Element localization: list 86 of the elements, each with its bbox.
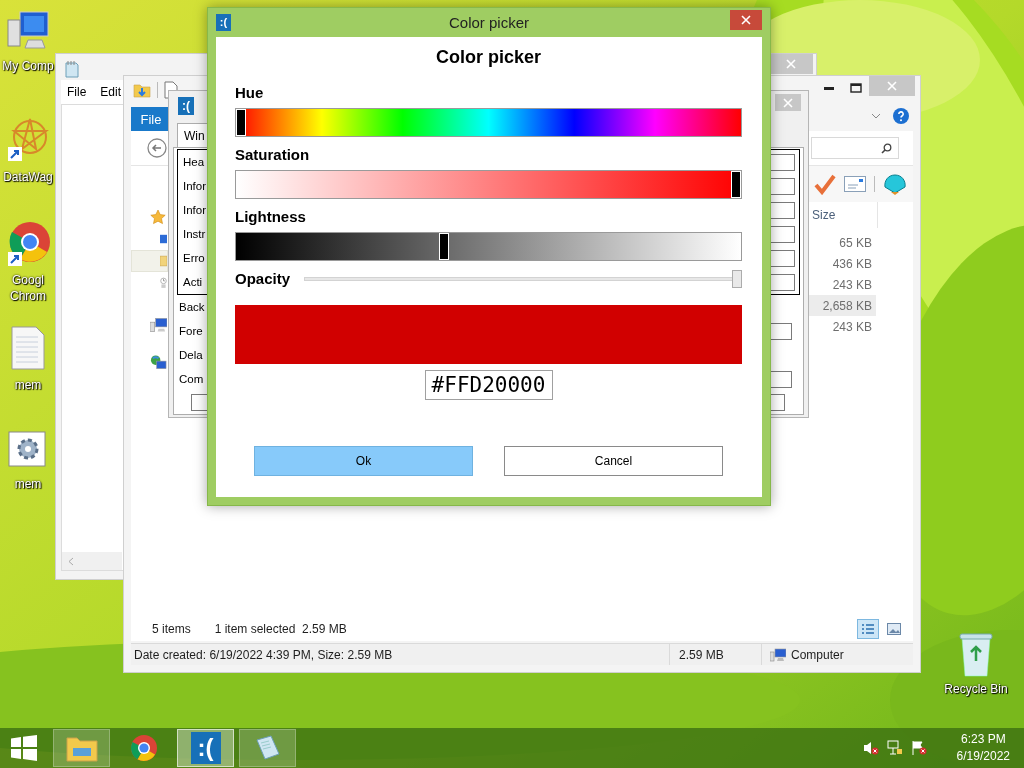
taskbar-app[interactable]: :( [177,729,234,767]
saturation-bar[interactable] [235,170,742,199]
close-icon [786,59,796,69]
maximize-icon [849,83,862,93]
computer-icon [150,317,167,333]
details-view-icon [861,623,875,635]
close-icon [783,97,793,108]
network-icon [150,354,167,372]
slider-label: Opacity [235,270,291,288]
star-icon [150,209,166,225]
shell-icon[interactable] [883,173,907,195]
picture-view-icon [887,623,901,635]
selection-info: 1 item selected 2.59 MB [214,622,347,636]
desktop-icon [160,233,167,245]
minimize-icon [823,86,834,90]
notepad-icon [253,734,282,762]
lightness-bar[interactable] [235,232,742,261]
close-icon [887,81,897,91]
folder-icon [65,734,98,762]
clock-date: 6/19/2022 [956,748,1010,765]
flag-icon[interactable] [910,740,927,756]
file-size: 243 KB [831,276,873,294]
hex-field[interactable]: #FFD20000 [424,370,553,400]
close-button[interactable] [730,9,762,30]
slider-label: Hue [235,84,265,102]
item-count: 5 items [152,622,191,636]
app-icon: :( [190,732,221,764]
muted-speaker-icon[interactable] [862,740,879,756]
scroll-left-icon [68,556,74,566]
file-size: 65 KB [838,234,873,252]
checkmark-icon[interactable] [814,173,836,195]
chrome-icon [129,734,158,762]
taskbar-app[interactable] [239,729,296,767]
taskbar-app[interactable] [53,729,110,767]
back-button[interactable] [147,138,167,158]
file-size: 436 KB [831,255,873,273]
list-item[interactable]: Hea [183,156,205,168]
menu-item[interactable]: Edit [100,85,122,99]
search-field[interactable] [811,137,899,159]
text-file-icon [8,325,48,371]
setting-label: Back [179,301,205,313]
opacity-slider[interactable] [304,270,742,288]
help-icon[interactable] [893,108,909,124]
network-icon[interactable] [886,740,903,756]
clock[interactable]: 6:23 PM 6/19/2022 [956,731,1010,765]
menu-item[interactable]: File [67,85,87,99]
list-item[interactable]: Instr [183,228,206,240]
slider-label: Saturation [235,146,311,164]
computer-icon [770,647,786,662]
horizontal-scrollbar[interactable] [62,552,122,570]
dialog-heading: Color picker [435,46,542,68]
location-label: Computer [791,647,844,662]
file-size: 243 KB [831,318,873,336]
list-item[interactable]: Erro [183,252,205,264]
ribbon-tab[interactable]: File [131,107,171,131]
clock-time: 6:23 PM [960,731,1006,748]
card-icon[interactable] [844,176,866,192]
close-icon [741,14,751,25]
search-icon [881,142,892,154]
windows-logo-icon [11,735,37,761]
file-size-total: 2.59 MB [679,647,724,662]
app-icon: :( [216,14,231,31]
setting-label: Com [179,373,204,385]
file-details: Date created: 6/19/2022 4:39 PM, Size: 2.59 MB [134,647,393,662]
clock-icon [160,275,167,291]
dialog-button[interactable]: Cancel [504,446,723,476]
list-item[interactable]: Infor [183,180,206,192]
list-item[interactable]: Infor [183,204,206,216]
slider-thumb[interactable] [732,270,742,288]
computer-icon [6,10,50,52]
folder-icon [133,81,151,99]
hue-bar[interactable] [235,108,742,137]
app-icon: :( [178,97,194,115]
caret-icon [871,113,881,119]
chrome-icon [6,220,50,266]
close-button[interactable] [775,94,801,111]
setting-label: Dela [179,349,203,361]
dialog-button[interactable]: Ok [254,446,473,476]
settings-file-icon [8,430,48,470]
list-item[interactable]: Acti [183,276,203,288]
slider-label: Lightness [235,208,307,226]
setting-label: Fore [179,325,203,337]
recycle-bin-icon[interactable] [959,632,993,678]
details-view-button[interactable] [857,619,879,639]
window-title: Color picker [449,14,529,31]
notepad-icon [64,60,80,78]
